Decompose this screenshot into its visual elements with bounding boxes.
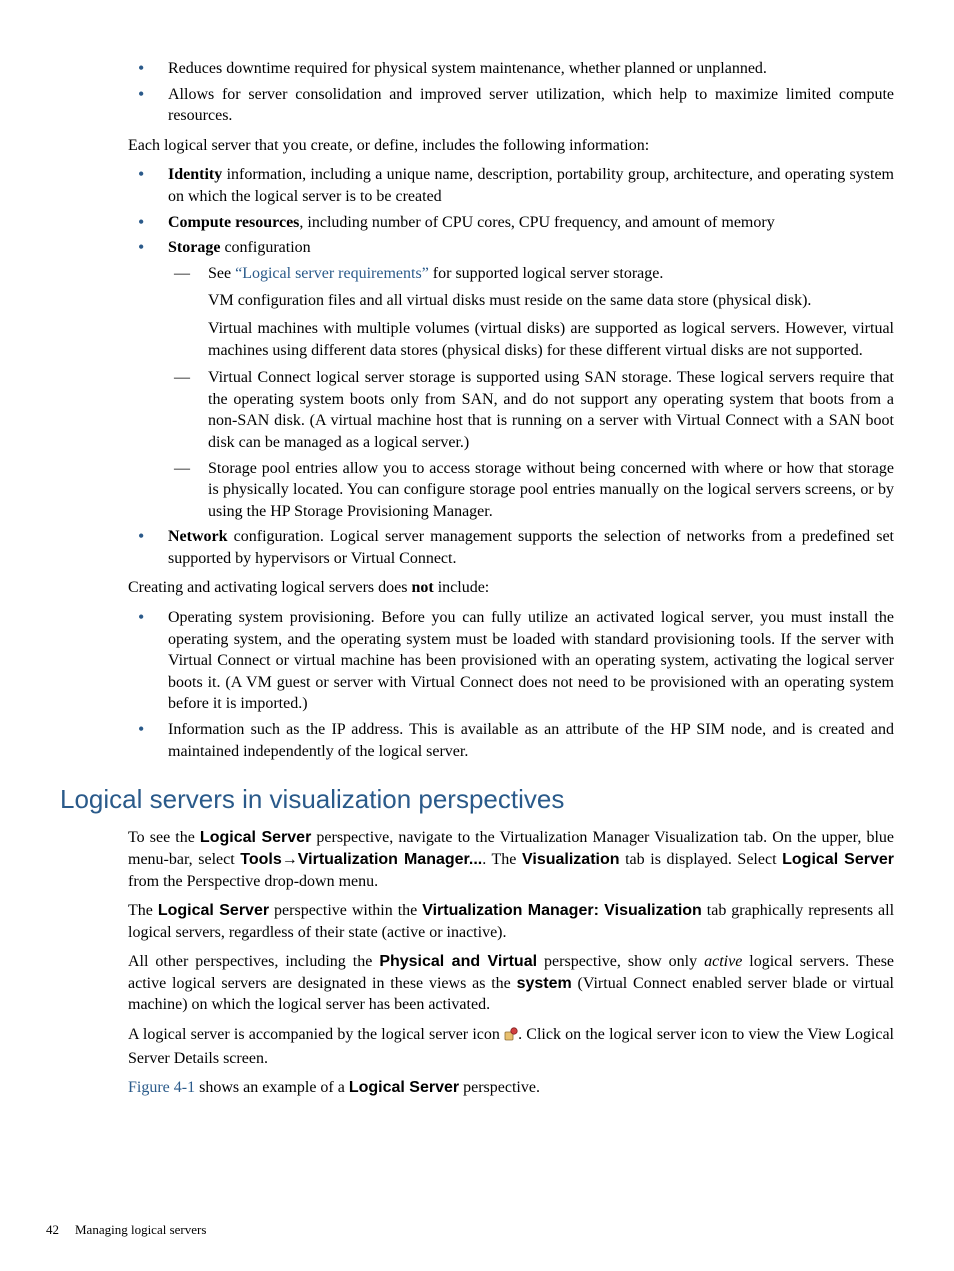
bullet-item: Information such as the IP address. This… — [128, 719, 894, 762]
page-footer: 42 Managing logical servers — [46, 1221, 206, 1239]
page-content: Reduces downtime required for physical s… — [128, 58, 894, 1099]
page-number: 42 — [46, 1222, 59, 1237]
sub-paragraph: VM configuration files and all virtual d… — [208, 290, 894, 312]
bold: Visualization — [522, 851, 620, 868]
bullet-identity: Identity information, including a unique… — [128, 164, 894, 207]
dash-item: Storage pool entries allow you to access… — [168, 458, 894, 523]
text: The — [128, 902, 158, 919]
link-figure-4-1[interactable]: Figure 4-1 — [128, 1079, 195, 1096]
paragraph: A logical server is accompanied by the l… — [128, 1024, 894, 1069]
text: All other perspectives, including the — [128, 953, 379, 970]
bullet-item: Reduces downtime required for physical s… — [128, 58, 894, 80]
bold: Logical Server — [158, 902, 269, 919]
bold: Logical Server — [349, 1079, 459, 1096]
paragraph: Each logical server that you create, or … — [128, 135, 894, 157]
paragraph: Figure 4-1 shows an example of a Logical… — [128, 1077, 894, 1099]
paragraph: All other perspectives, including the Ph… — [128, 951, 894, 1016]
sub-paragraph: Virtual machines with multiple volumes (… — [208, 318, 894, 361]
text: Creating and activating logical servers … — [128, 579, 411, 596]
logical-server-icon — [504, 1026, 518, 1048]
text: configuration — [220, 239, 310, 256]
text: include: — [434, 579, 490, 596]
bold: Physical and Virtual — [379, 953, 537, 970]
text: shows an example of a — [195, 1079, 349, 1096]
not-include-bullets: Operating system provisioning. Before yo… — [128, 607, 894, 762]
bold: system — [517, 975, 572, 992]
label-identity: Identity — [168, 166, 222, 183]
text: perspective, show only — [537, 953, 704, 970]
dash-item: See “Logical server requirements” for su… — [168, 263, 894, 361]
section-heading: Logical servers in visualization perspec… — [60, 782, 894, 817]
bold: Logical Server — [200, 829, 311, 846]
bullet-item: Operating system provisioning. Before yo… — [128, 607, 894, 715]
text: , including number of CPU cores, CPU fre… — [299, 214, 774, 231]
paragraph: The Logical Server perspective within th… — [128, 900, 894, 943]
text: perspective. — [459, 1079, 540, 1096]
paragraph: Creating and activating logical servers … — [128, 577, 894, 599]
bold-not: not — [411, 579, 433, 596]
text: information, including a unique name, de… — [168, 166, 894, 205]
label-compute: Compute resources — [168, 214, 299, 231]
text: for supported logical server storage. — [429, 265, 664, 282]
link-logical-server-requirements[interactable]: “Logical server requirements” — [235, 265, 429, 282]
bullet-storage: Storage configuration See “Logical serve… — [128, 237, 894, 522]
storage-dashes: See “Logical server requirements” for su… — [168, 263, 894, 523]
text: . The — [482, 851, 522, 868]
paragraph: To see the Logical Server perspective, n… — [128, 827, 894, 892]
definition-bullets: Identity information, including a unique… — [128, 164, 894, 569]
italic: active — [704, 953, 742, 970]
text: configuration. Logical server management… — [168, 528, 894, 567]
intro-bullets: Reduces downtime required for physical s… — [128, 58, 894, 127]
text: See — [208, 265, 235, 282]
label-storage: Storage — [168, 239, 220, 256]
text: tab is displayed. Select — [620, 851, 783, 868]
arrow: → — [282, 851, 298, 868]
chapter-title: Managing logical servers — [75, 1222, 206, 1237]
bullet-item: Allows for server consolidation and impr… — [128, 84, 894, 127]
text: A logical server is accompanied by the l… — [128, 1026, 504, 1043]
text: from the Perspective drop-down menu. — [128, 873, 378, 890]
text: perspective within the — [269, 902, 422, 919]
bold: Virtualization Manager: Visualization — [422, 902, 702, 919]
bold: Logical Server — [782, 851, 894, 868]
label-network: Network — [168, 528, 228, 545]
bullet-network: Network configuration. Logical server ma… — [128, 526, 894, 569]
bold: Virtualization Manager... — [298, 851, 482, 868]
dash-item: Virtual Connect logical server storage i… — [168, 367, 894, 453]
bold: Tools — [240, 851, 281, 868]
text: To see the — [128, 829, 200, 846]
bullet-compute: Compute resources, including number of C… — [128, 212, 894, 234]
